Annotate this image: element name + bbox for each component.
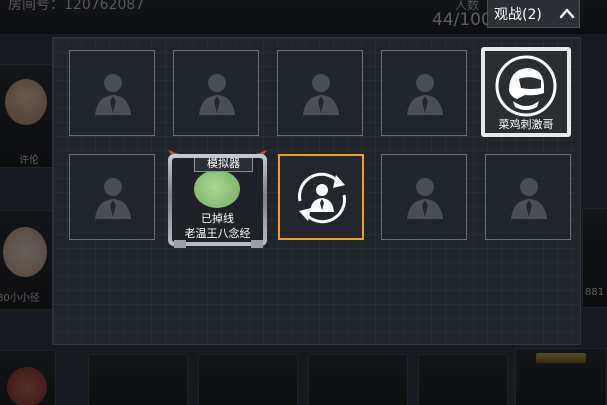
empty-person-icon bbox=[401, 173, 449, 221]
swap-position-slot[interactable] bbox=[278, 154, 364, 240]
lobby-avatar bbox=[5, 79, 47, 125]
frame-notch bbox=[174, 240, 186, 248]
spectate-label: 观战(2) bbox=[494, 6, 542, 23]
empty-slot[interactable] bbox=[69, 154, 155, 240]
room-id: 房间号：120762087 bbox=[8, 0, 145, 13]
player-card-inner: 菜鸡刺激哥 bbox=[485, 51, 567, 133]
empty-slot[interactable] bbox=[381, 50, 467, 136]
swap-person-icon bbox=[298, 172, 346, 224]
helmet-avatar-icon bbox=[495, 55, 557, 117]
lobby-name: 80小小径 bbox=[0, 293, 40, 304]
lobby-card bbox=[418, 354, 508, 405]
lobby-card bbox=[515, 348, 607, 405]
lobby-card: 80小小径 bbox=[0, 210, 56, 310]
lobby-card bbox=[198, 354, 298, 405]
empty-person-icon bbox=[505, 173, 553, 221]
bot-player-card[interactable]: 模拟器 已掉线 老温王八念经 bbox=[166, 150, 269, 248]
player-count: 44/100 bbox=[432, 10, 492, 30]
spectator-player-card[interactable]: 菜鸡刺激哥 bbox=[481, 47, 571, 137]
lobby-banner bbox=[536, 353, 586, 363]
empty-person-icon bbox=[89, 173, 137, 221]
empty-slot[interactable] bbox=[173, 50, 259, 136]
lobby-card bbox=[88, 354, 188, 405]
empty-slot[interactable] bbox=[69, 50, 155, 136]
chevron-up-icon bbox=[559, 8, 575, 19]
empty-slot[interactable] bbox=[277, 50, 363, 136]
bot-avatar bbox=[194, 170, 240, 208]
empty-slot[interactable] bbox=[381, 154, 467, 240]
bot-card-inner: 模拟器 已掉线 老温王八念经 bbox=[172, 158, 263, 242]
empty-slot[interactable] bbox=[485, 154, 571, 240]
lobby-avatar bbox=[7, 367, 47, 405]
bot-name: 老温王八念经 bbox=[184, 227, 251, 240]
lobby-avatar bbox=[3, 227, 47, 277]
lobby-card: 许伦 bbox=[0, 64, 56, 168]
bot-status: 已掉线 bbox=[201, 212, 234, 225]
spectator-panel: 菜鸡刺激哥 模拟器 已掉线 老温王八念经 bbox=[52, 37, 581, 345]
lobby-name: 许伦 bbox=[19, 155, 39, 166]
empty-person-icon bbox=[297, 69, 345, 117]
frame-notch bbox=[251, 240, 263, 248]
empty-person-icon bbox=[89, 69, 137, 117]
empty-person-icon bbox=[193, 69, 241, 117]
bot-tag: 模拟器 bbox=[194, 158, 253, 172]
lobby-card bbox=[308, 354, 408, 405]
empty-person-icon bbox=[401, 69, 449, 117]
lobby-card: 881 bbox=[582, 208, 607, 308]
lobby-name: 881 bbox=[585, 287, 605, 298]
spectate-toggle-button[interactable]: 观战(2) bbox=[487, 0, 580, 28]
bot-card-frame: 模拟器 已掉线 老温王八念经 bbox=[168, 154, 267, 246]
lobby-card bbox=[0, 350, 56, 405]
player-name: 菜鸡刺激哥 bbox=[498, 118, 554, 131]
